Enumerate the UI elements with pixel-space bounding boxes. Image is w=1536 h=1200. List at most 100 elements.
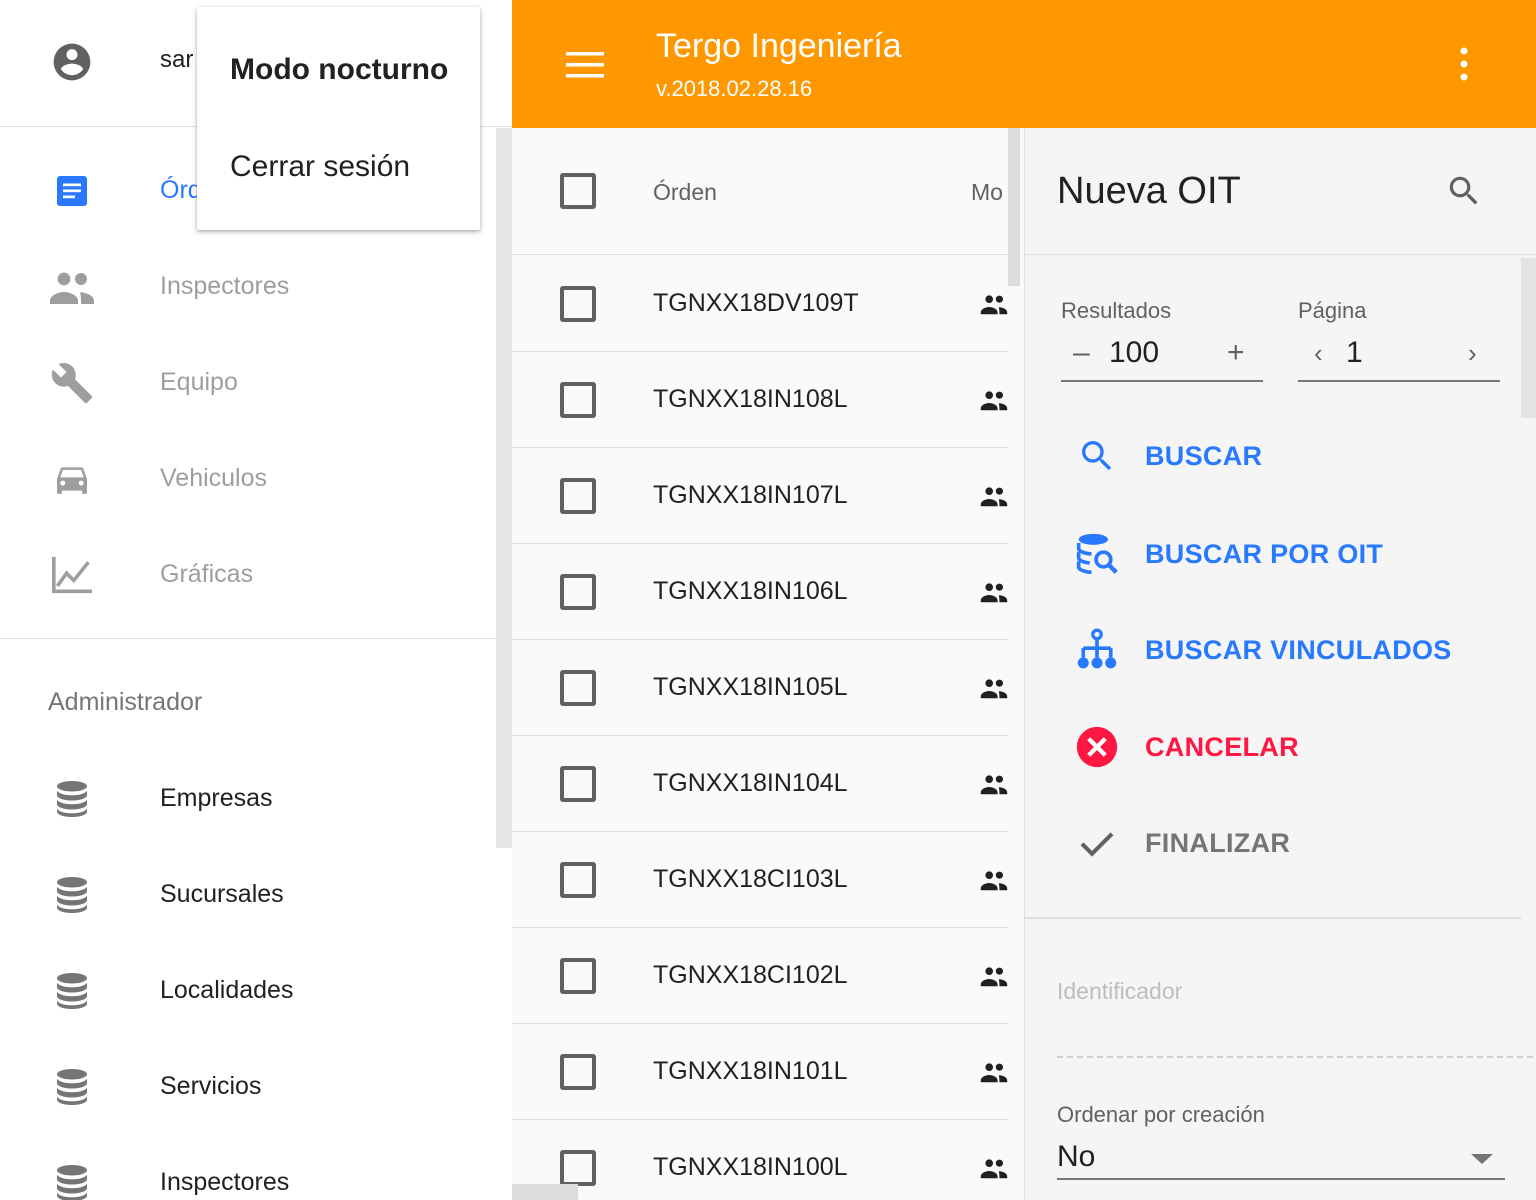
line-chart-icon xyxy=(48,555,96,595)
table-row[interactable]: TGNXX18IN105L xyxy=(512,640,1008,736)
prev-page-icon[interactable]: ‹ xyxy=(1314,338,1323,368)
order-code: TGNXX18IN104L xyxy=(653,769,848,797)
page-stepper: Página ‹ 1 › xyxy=(1298,298,1500,382)
nav-item-graficas[interactable]: Gráficas xyxy=(0,527,496,623)
search-button[interactable]: BUSCAR xyxy=(1073,422,1513,486)
table-header: Órden Mo xyxy=(512,128,1008,255)
group-icon xyxy=(979,868,1009,897)
results-value[interactable]: 100 xyxy=(1109,336,1159,370)
order-code: TGNXX18IN107L xyxy=(653,481,848,509)
user-name: sar xyxy=(160,46,194,73)
increment-button[interactable]: + xyxy=(1227,338,1245,368)
table-row[interactable]: TGNXX18IN108L xyxy=(512,352,1008,448)
finish-button[interactable]: FINALIZAR xyxy=(1073,809,1513,873)
row-checkbox[interactable] xyxy=(560,478,596,514)
finish-button-label: FINALIZAR xyxy=(1145,828,1291,858)
table-row[interactable]: TGNXX18IN101L xyxy=(512,1024,1008,1120)
app-title: Tergo Ingeniería xyxy=(656,27,902,65)
cancel-button-label: CANCELAR xyxy=(1145,732,1299,762)
drawer-divider xyxy=(0,638,496,639)
select-all-checkbox[interactable] xyxy=(560,173,596,209)
table-row[interactable]: TGNXX18CI103L xyxy=(512,832,1008,928)
search-by-oit-button[interactable]: BUSCAR POR OIT xyxy=(1073,520,1513,584)
row-checkbox[interactable] xyxy=(560,382,596,418)
row-checkbox[interactable] xyxy=(560,958,596,994)
nav-item-empresas[interactable]: Empresas xyxy=(0,751,496,847)
search-by-oit-label: BUSCAR POR OIT xyxy=(1145,539,1384,569)
nav-item-label: Inspectores xyxy=(160,272,290,300)
database-icon xyxy=(48,1067,96,1107)
next-page-icon[interactable]: › xyxy=(1468,338,1477,368)
decrement-button[interactable]: – xyxy=(1073,338,1090,368)
search-button-label: BUSCAR xyxy=(1145,441,1263,471)
order-code: TGNXX18IN101L xyxy=(653,1057,848,1085)
table-vertical-scrollbar[interactable] xyxy=(1008,128,1020,286)
search-icon[interactable] xyxy=(1445,172,1483,215)
nav-item-sucursales[interactable]: Sucursales xyxy=(0,847,496,943)
nav-item-label: Localidades xyxy=(160,976,294,1004)
menu-item-night-mode[interactable]: Modo nocturno xyxy=(230,53,448,87)
nav-item-inspectores[interactable]: Inspectores xyxy=(0,239,496,335)
order-code: TGNXX18IN108L xyxy=(653,385,848,413)
database-icon xyxy=(48,779,96,819)
nav-item-equipo[interactable]: Equipo xyxy=(0,335,496,431)
sort-by-creation-label: Ordenar por creación xyxy=(1057,1102,1265,1127)
table-row[interactable]: TGNXX18CI102L xyxy=(512,928,1008,1024)
group-icon xyxy=(979,292,1009,321)
cancel-circle-icon xyxy=(1073,725,1121,769)
row-checkbox[interactable] xyxy=(560,670,596,706)
table-row[interactable]: TGNXX18IN106L xyxy=(512,544,1008,640)
row-checkbox[interactable] xyxy=(560,286,596,322)
check-icon xyxy=(1073,821,1121,865)
document-icon xyxy=(48,171,96,211)
cancel-button[interactable]: CANCELAR xyxy=(1073,713,1513,777)
search-linked-button[interactable]: BUSCAR VINCULADOS xyxy=(1073,616,1513,680)
group-icon xyxy=(979,484,1009,513)
account-circle-icon[interactable] xyxy=(50,40,94,89)
nav-item-label: Empresas xyxy=(160,784,273,812)
row-checkbox[interactable] xyxy=(560,1054,596,1090)
group-icon xyxy=(979,964,1009,993)
column-header-orden[interactable]: Órden xyxy=(653,179,717,206)
dropdown-arrow-icon xyxy=(1471,1154,1493,1164)
nav-item-localidades[interactable]: Localidades xyxy=(0,943,496,1039)
row-checkbox[interactable] xyxy=(560,862,596,898)
hamburger-menu-icon[interactable] xyxy=(566,52,604,78)
table-row[interactable]: TGNXX18IN104L xyxy=(512,736,1008,832)
nav-item-vehiculos[interactable]: Vehiculos xyxy=(0,431,496,527)
admin-section-title: Administrador xyxy=(48,688,203,716)
page-value[interactable]: 1 xyxy=(1346,336,1363,370)
nav-item-inspectores-admin[interactable]: Inspectores xyxy=(0,1135,496,1200)
nav-item-label: Sucursales xyxy=(160,880,284,908)
orders-table: Órden Mo TGNXX18DV109T TGNXX18IN108L TGNXX… xyxy=(512,128,1024,1200)
page-label: Página xyxy=(1298,298,1367,323)
group-icon xyxy=(979,772,1009,801)
results-stepper: Resultados – 100 + xyxy=(1061,298,1263,382)
table-row[interactable]: TGNXX18IN100L xyxy=(512,1120,1008,1200)
drawer-scrollbar[interactable] xyxy=(496,128,512,848)
column-header-mo[interactable]: Mo xyxy=(971,179,1008,206)
identifier-field[interactable]: Identificador xyxy=(1057,970,1533,1058)
order-code: TGNXX18IN106L xyxy=(653,577,848,605)
search-linked-label: BUSCAR VINCULADOS xyxy=(1145,635,1452,665)
table-row[interactable]: TGNXX18IN107L xyxy=(512,448,1008,544)
app-version: v.2018.02.28.16 xyxy=(656,76,813,101)
order-code: TGNXX18CI102L xyxy=(653,961,848,989)
database-icon xyxy=(48,875,96,915)
more-vert-icon[interactable] xyxy=(1456,46,1472,82)
row-checkbox[interactable] xyxy=(560,766,596,802)
nav-item-servicios[interactable]: Servicios xyxy=(0,1039,496,1135)
sort-by-creation-select[interactable]: Ordenar por creación No xyxy=(1057,1098,1505,1180)
row-checkbox[interactable] xyxy=(560,574,596,610)
order-code: TGNXX18IN100L xyxy=(653,1153,848,1181)
order-code: TGNXX18DV109T xyxy=(653,289,859,317)
table-row[interactable]: TGNXX18DV109T xyxy=(512,256,1008,352)
table-horizontal-scrollbar[interactable] xyxy=(512,1184,578,1200)
panel-scrollbar[interactable] xyxy=(1521,258,1536,418)
group-icon xyxy=(979,580,1009,609)
user-menu: Modo nocturno Cerrar sesión xyxy=(197,7,480,230)
nav-item-label: Servicios xyxy=(160,1072,262,1100)
row-checkbox[interactable] xyxy=(560,1150,596,1186)
order-code: TGNXX18CI103L xyxy=(653,865,848,893)
menu-item-logout[interactable]: Cerrar sesión xyxy=(230,150,410,184)
